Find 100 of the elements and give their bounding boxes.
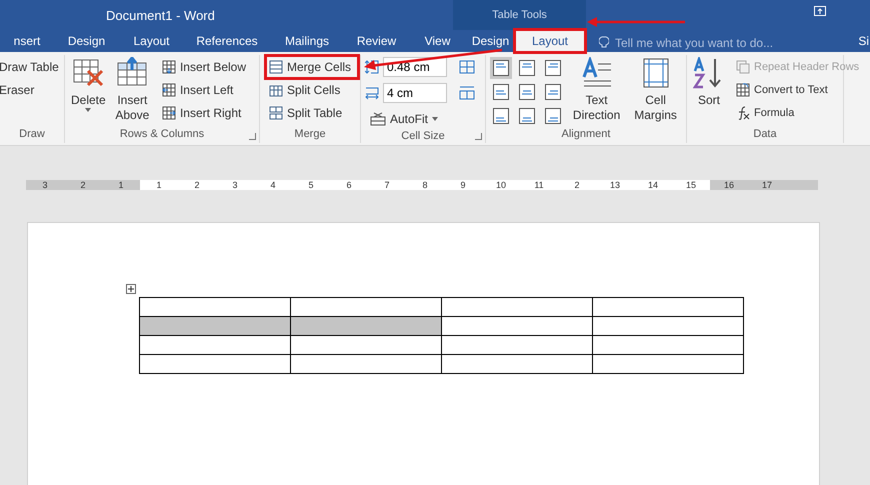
ribbon-tab[interactable]: View <box>409 30 466 52</box>
distribute-columns-icon <box>459 85 475 101</box>
group-label: Alignment <box>560 127 612 142</box>
ribbon-button[interactable]: Merge Cells <box>264 54 360 80</box>
table-cell[interactable] <box>592 336 744 354</box>
tell-me-field[interactable]: Tell me what you want to do... <box>613 35 817 51</box>
align-icon <box>545 60 561 76</box>
dialog-launcher-icon[interactable] <box>475 133 482 140</box>
align-button[interactable] <box>542 81 564 103</box>
autofit-button[interactable]: AutoFit <box>365 106 475 132</box>
table-cell[interactable] <box>140 316 290 336</box>
table-cell[interactable] <box>140 336 290 354</box>
insert-column-right-icon <box>162 106 176 120</box>
align-button[interactable] <box>516 81 538 103</box>
ribbon-tab[interactable]: Mailings <box>270 30 344 52</box>
ruler-number: 11 <box>520 180 558 190</box>
table-cell[interactable] <box>592 298 744 316</box>
ribbon-button[interactable]: Insert Left <box>156 77 255 103</box>
ruler-number: 5 <box>292 180 330 190</box>
sign-in-link[interactable]: Si <box>858 34 869 48</box>
group-label: Draw <box>18 127 46 142</box>
ruler-number: 2 <box>178 180 216 190</box>
table-cell[interactable] <box>442 316 592 336</box>
table-cell[interactable] <box>290 336 442 354</box>
formula-icon <box>736 106 750 120</box>
table-delete-icon <box>72 57 104 89</box>
align-button[interactable] <box>490 81 512 103</box>
ribbon-button[interactable]: Insert Right <box>156 100 255 126</box>
ruler-number: 3 <box>216 180 254 190</box>
ruler-number: 14 <box>634 180 672 190</box>
table-convert-icon <box>736 83 750 97</box>
window-title: Document1 - Word <box>106 8 215 22</box>
align-icon <box>519 84 535 100</box>
align-icon <box>493 108 509 124</box>
autofit-icon <box>370 112 386 126</box>
ribbon-button[interactable]: Cell Margins <box>629 55 682 127</box>
align-icon <box>545 84 561 100</box>
lightbulb-icon <box>599 36 609 50</box>
merge-cells-icon <box>269 60 283 74</box>
split-columns-icon <box>459 59 475 75</box>
table-cell[interactable] <box>592 316 744 336</box>
align-button[interactable] <box>516 57 538 79</box>
ribbon-tab[interactable]: Design <box>54 30 119 52</box>
ribbon-button[interactable]: Draw Table <box>0 54 68 80</box>
table-cell[interactable] <box>290 354 442 374</box>
table-cell[interactable] <box>592 354 744 374</box>
dialog-launcher-icon[interactable] <box>249 133 256 140</box>
table-cell[interactable] <box>140 298 290 316</box>
ribbon-tab[interactable]: References <box>184 30 270 52</box>
align-button[interactable] <box>542 105 564 127</box>
ribbon-button[interactable]: Insert Above <box>112 55 153 127</box>
ribbon-button[interactable]: Convert to Text <box>731 77 868 103</box>
ribbon-button[interactable]: Delete <box>69 55 108 127</box>
align-button[interactable] <box>542 57 564 79</box>
align-icon <box>519 60 535 76</box>
ribbon-button[interactable]: Text Direction <box>568 55 626 127</box>
ribbon-button[interactable]: Insert Below <box>156 54 255 80</box>
ruler-number: 9 <box>444 180 482 190</box>
align-button[interactable] <box>490 105 512 127</box>
ruler-number: 13 <box>596 180 634 190</box>
table-cell[interactable] <box>442 298 592 316</box>
table-cell[interactable] <box>442 354 592 374</box>
align-button[interactable] <box>516 105 538 127</box>
ruler-number: 6 <box>330 180 368 190</box>
caret-icon <box>85 108 92 112</box>
split-cells-icon <box>269 83 283 97</box>
insert-row-below-icon <box>162 60 176 74</box>
align-icon <box>493 60 509 76</box>
ribbon-tab[interactable]: nsert <box>0 30 54 52</box>
ribbon-tab[interactable]: Layout <box>515 30 585 52</box>
context-header: Table Tools <box>453 0 586 30</box>
move-handle-icon <box>126 284 136 294</box>
align-icon <box>519 108 535 124</box>
text-direction-icon <box>580 57 613 89</box>
split-table-icon <box>269 106 283 120</box>
ribbon-button[interactable]: Split Table <box>264 100 360 126</box>
ruler-number: 8 <box>406 180 444 190</box>
table-cell[interactable] <box>290 298 442 316</box>
ruler-number: 1 <box>140 180 178 190</box>
group-label: Rows & Columns <box>118 127 206 142</box>
ribbon-button[interactable]: Formula <box>731 100 868 126</box>
width-field[interactable]: 4 cm <box>383 83 447 103</box>
ribbon-button[interactable]: Split Cells <box>264 77 360 103</box>
table-cell[interactable] <box>442 336 592 354</box>
ribbon-button[interactable]: Sort <box>691 55 727 127</box>
repeat-rows-icon <box>736 60 750 74</box>
ribbon-tab[interactable]: Review <box>344 30 409 52</box>
ruler-number: 15 <box>672 180 710 190</box>
ruler-number: 10 <box>482 180 520 190</box>
align-icon <box>493 84 509 100</box>
align-icon <box>545 108 561 124</box>
ribbon-tab[interactable]: Layout <box>119 30 184 52</box>
table-cell[interactable] <box>290 316 442 336</box>
group-label: Data <box>752 127 778 142</box>
table-cell[interactable] <box>140 354 290 374</box>
ribbon-button[interactable]: Eraser <box>0 77 68 103</box>
caret-icon <box>432 117 438 121</box>
align-button[interactable] <box>490 57 512 79</box>
ribbon-tab[interactable]: Design <box>466 30 515 52</box>
row-height-icon <box>365 60 379 74</box>
